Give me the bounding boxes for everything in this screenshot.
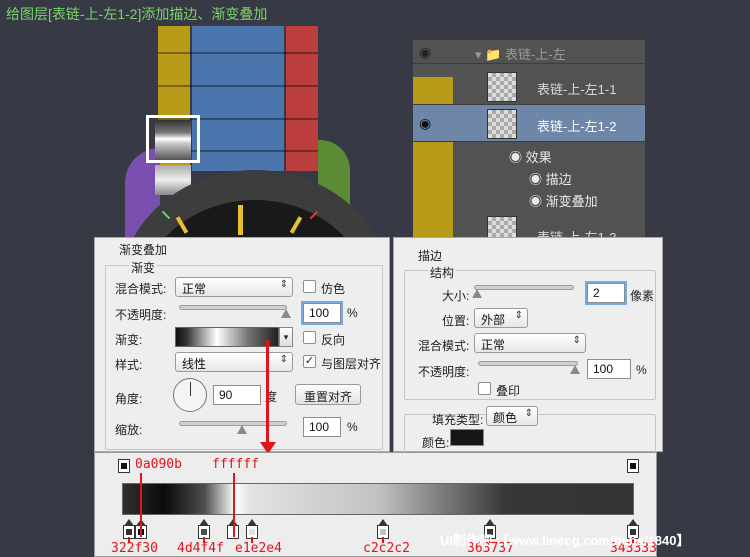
layer-thumbnail [487,109,517,139]
red-arrow-line [266,340,269,445]
highlight-box [146,115,200,163]
stroke-dialog: 描边 结构 大小: 2 像素 位置: 外部 ⇕ 混合模式: 正常 ⇕ 不透明度: 1… [393,237,663,454]
gradient-swatch[interactable] [175,327,279,347]
reverse-label: 反向 [321,333,346,347]
dither-label: 仿色 [321,282,346,296]
stop-color-label: 0a090b [135,457,182,472]
fill-type-label: 填充类型: [432,413,484,427]
effect-gradient-row[interactable]: ◉ 渐变叠加 [529,191,598,210]
overprint-label: 叠印 [496,384,521,398]
style-label: 样式: [115,358,143,372]
opacity-slider-knob[interactable] [570,365,580,374]
opacity-input[interactable]: 100 [587,359,631,379]
opacity-label: 不透明度: [418,365,470,379]
stroke-color-swatch[interactable] [450,429,484,446]
stop-color-label: 322f30 [111,541,158,556]
opacity-input[interactable]: 100 [303,303,341,323]
section-title: 渐变 [129,259,158,276]
size-label: 大小: [442,289,470,303]
overprint-checkbox[interactable] [478,382,491,395]
effects-row[interactable]: ◉ 效果 [509,147,552,166]
opacity-slider[interactable] [478,361,578,366]
size-slider-knob[interactable] [472,289,482,298]
scale-slider[interactable] [179,421,287,426]
blend-mode-value: 正常 [481,338,506,352]
align-layer-checkbox[interactable]: ✓ [303,355,316,368]
layer-row-selected[interactable]: ◉ 表链-上-左1-2 [413,105,645,142]
style-select[interactable]: 线性 ⇕ [175,352,293,372]
align-layer-label: 与图层对齐 [321,357,382,371]
eye-icon[interactable]: ◉ [419,44,431,61]
opacity-stop-left[interactable] [118,459,130,473]
position-label: 位置: [442,314,470,328]
angle-dial[interactable] [173,378,207,412]
layer-row[interactable]: 表链-上-左1-3 [413,212,645,237]
size-unit-label: 像素 [630,289,655,303]
blend-mode-label: 混合模式: [418,339,470,353]
angle-input[interactable]: 90 [213,385,261,405]
effect-stroke-label: 描边 [545,172,572,187]
position-select[interactable]: 外部 ⇕ [474,308,528,328]
gradient-label: 渐变: [115,333,143,347]
gradient-bar[interactable] [122,483,634,515]
layer-name: 表链-上-左1-3 [537,227,616,237]
percent-label: % [347,306,358,320]
percent-label: % [347,420,358,434]
position-value: 外部 [481,313,506,327]
blend-mode-label: 混合模式: [115,282,167,296]
color-label: 颜色: [422,436,450,450]
layer-thumbnail [487,216,517,237]
layer-group-row[interactable]: ◉ ▾ 📁 表链-上-左 [413,40,645,64]
size-slider[interactable] [474,285,574,290]
blend-mode-select[interactable]: 正常 ⇕ [474,333,586,353]
style-value: 线性 [182,357,207,371]
fill-type-select[interactable]: 颜色 ⇕ [486,406,538,426]
eye-icon[interactable]: ◉ [419,115,431,132]
indicator-line [140,473,142,537]
fill-type-value: 颜色 [493,411,518,425]
blend-mode-select[interactable]: 正常 ⇕ [175,277,293,297]
section-title: 结构 [428,264,457,281]
opacity-label: 不透明度: [115,308,167,322]
layer-name: 表链-上-左1-2 [537,119,617,134]
panel-title: 描边 [418,249,443,263]
layer-row[interactable]: 表链-上-左1-1 [413,68,645,105]
opacity-slider-knob[interactable] [281,309,291,318]
reverse-checkbox[interactable] [303,331,316,344]
layer-thumbnail [487,72,517,102]
size-input[interactable]: 2 [587,283,625,303]
effect-stroke-row[interactable]: ◉ 描边 [529,169,572,188]
blend-mode-value: 正常 [182,282,207,296]
watermark: UI制作吧 【www.linecg.com/tieba/1840】 [440,533,690,548]
reset-align-button[interactable]: 重置对齐 [295,384,361,405]
layers-panel: ◉ ▾ 📁 表链-上-左 表链-上-左1-1 ◉ 表链-上-左1-2 ◉ 效果 … [413,40,645,237]
stop-color-label: c2c2c2 [363,541,410,556]
effects-label: 效果 [525,150,552,165]
gradient-dropdown-button[interactable]: ▾ [279,327,293,347]
percent-label: % [636,363,647,377]
stop-color-label: 4d4f4f [177,541,224,556]
indicator-line [233,473,235,537]
opacity-stop-right[interactable] [627,459,639,473]
scale-slider-knob[interactable] [237,425,247,434]
stop-color-label: e1e2e4 [235,541,282,556]
page-title: 给图层[表链-上-左1-2]添加描边、渐变叠加 [6,6,268,22]
stop-color-label: ffffff [212,457,259,472]
layer-name: 表链-上-左1-1 [537,82,617,97]
panel-title: 渐变叠加 [119,243,168,257]
scale-label: 缩放: [115,423,143,437]
opacity-slider[interactable] [179,305,287,310]
angle-label: 角度: [115,392,143,406]
scale-input[interactable]: 100 [303,417,341,437]
effect-gradient-label: 渐变叠加 [545,194,598,209]
gradient-overlay-dialog: 渐变叠加 渐变 混合模式: 正常 ⇕ 仿色 不透明度: 100 % 渐变: ▾ 反… [94,237,390,452]
dither-checkbox[interactable] [303,280,316,293]
layer-group-name: 表链-上-左 [504,47,566,62]
